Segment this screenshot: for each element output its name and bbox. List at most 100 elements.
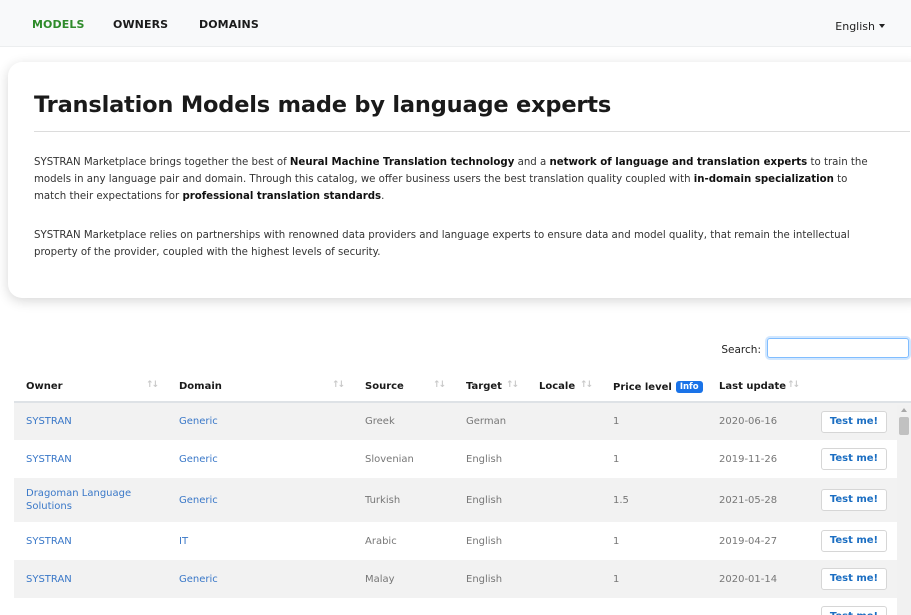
intro-text: and a xyxy=(514,157,550,168)
cell-locale xyxy=(527,560,601,598)
header-owner[interactable]: Owner ↑↓ xyxy=(14,372,167,403)
cell-source: Greek xyxy=(353,402,454,440)
intro-card: Translation Models made by language expe… xyxy=(8,62,911,298)
page-title: Translation Models made by language expe… xyxy=(34,92,612,118)
scroll-up-icon[interactable] xyxy=(901,408,907,412)
table-row: SYSTRAN Generic Malay English 1 2020-01-14 Tes… xyxy=(14,560,911,598)
cell-domain[interactable]: Generic xyxy=(167,560,353,598)
cell-target: English xyxy=(466,535,503,547)
cell-source xyxy=(353,598,454,615)
cell-domain[interactable]: Generic xyxy=(167,440,353,478)
header-target-label: Target xyxy=(466,381,502,392)
cell-owner[interactable]: SYSTRAN xyxy=(14,522,167,560)
cell-domain[interactable] xyxy=(167,598,353,615)
sort-icon: ↑↓ xyxy=(432,380,446,390)
header-domain[interactable]: Domain ↑↓ xyxy=(167,372,353,403)
cell-locale xyxy=(527,522,601,560)
cell-locale xyxy=(527,598,601,615)
header-last-update[interactable]: Last update ↑↓ xyxy=(707,372,809,403)
nav-models[interactable]: MODELS xyxy=(32,18,84,31)
intro-highlight: network of language and translation expe… xyxy=(549,157,808,168)
test-me-button[interactable]: Test me! xyxy=(821,568,887,590)
top-navbar: MODELS OWNERS DOMAINS English xyxy=(0,0,911,47)
intro-text: SYSTRAN Marketplace brings together the … xyxy=(34,157,290,168)
cell-owner[interactable] xyxy=(14,598,167,615)
cell-price: 1 xyxy=(613,535,620,547)
models-table: Owner ↑↓ Domain ↑↓ Source ↑↓ Target ↑↓ Local… xyxy=(14,372,911,615)
test-me-button[interactable]: Test me! xyxy=(821,606,887,615)
test-me-button[interactable]: Test me! xyxy=(821,530,887,552)
cell-locale xyxy=(527,402,601,440)
cell-last-update: 2019-04-27 xyxy=(719,535,778,547)
table-row: SYSTRAN Generic Slovenian English 1 2019-11-2… xyxy=(14,440,911,478)
test-me-button[interactable]: Test me! xyxy=(821,448,887,470)
intro-highlight: in-domain specialization xyxy=(693,174,834,185)
cell-source: Malay xyxy=(353,560,454,598)
scrollbar-thumb[interactable] xyxy=(899,417,909,435)
cell-locale xyxy=(527,440,601,478)
cell-actions: Test me! xyxy=(809,402,911,440)
cell-price xyxy=(601,598,707,615)
language-dropdown[interactable]: English xyxy=(835,20,885,33)
cell-source: Slovenian xyxy=(365,453,414,465)
header-source[interactable]: Source ↑↓ xyxy=(353,372,454,403)
caret-down-icon xyxy=(879,24,885,28)
cell-actions: Test me! xyxy=(809,522,911,560)
cell-price: 1 xyxy=(601,402,707,440)
table-body: SYSTRAN Generic Greek German 1 2020-06-16 Test… xyxy=(14,402,911,615)
cell-price: 1.5 xyxy=(601,478,707,522)
header-price-label: Price level xyxy=(613,381,672,393)
header-last-update-label: Last update xyxy=(719,381,787,392)
cell-target: English xyxy=(466,453,503,465)
sort-icon: ↑↓ xyxy=(505,380,519,390)
header-price-level[interactable]: Price level Info xyxy=(601,372,707,403)
test-me-button[interactable]: Test me! xyxy=(821,489,887,511)
search-row: Search: xyxy=(0,338,911,362)
sort-icon: ↑↓ xyxy=(787,380,800,390)
search-input[interactable] xyxy=(767,338,909,358)
cell-last-update: 2019-11-26 xyxy=(719,453,778,465)
cell-last-update: 2021-05-28 xyxy=(707,478,809,522)
cell-domain[interactable]: IT xyxy=(167,522,353,560)
table-row: Dragoman Language Solutions Generic Turkis… xyxy=(14,478,911,522)
intro-paragraph-2: SYSTRAN Marketplace relies on partnershi… xyxy=(34,230,850,258)
table-row: SYSTRAN IT Arabic English 1 2019-04-27 Test me… xyxy=(14,522,911,560)
cell-owner[interactable]: Dragoman Language Solutions xyxy=(14,478,167,522)
cell-target xyxy=(454,598,527,615)
sort-icon: ↑↓ xyxy=(145,380,159,390)
cell-target: English xyxy=(454,478,527,522)
cell-source: Turkish xyxy=(353,478,454,522)
cell-actions: Test me! xyxy=(809,478,911,522)
header-source-label: Source xyxy=(365,381,404,392)
cell-owner[interactable]: SYSTRAN xyxy=(14,440,167,478)
cell-source: Arabic xyxy=(365,535,397,547)
cell-target: German xyxy=(454,402,527,440)
language-label: English xyxy=(835,20,875,33)
header-actions xyxy=(809,372,911,403)
cell-actions: Test me! xyxy=(809,440,911,478)
cell-price: 1 xyxy=(601,560,707,598)
cell-target: English xyxy=(454,560,527,598)
price-info-badge[interactable]: Info xyxy=(675,380,703,393)
header-target[interactable]: Target ↑↓ xyxy=(454,372,527,403)
cell-domain[interactable]: Generic xyxy=(167,478,353,522)
cell-locale xyxy=(527,478,601,522)
sort-icon: ↑↓ xyxy=(579,380,593,390)
title-divider xyxy=(34,131,910,132)
cell-actions: Test me! xyxy=(809,598,911,615)
intro-text: . xyxy=(381,191,385,202)
nav-owners[interactable]: OWNERS xyxy=(113,18,168,31)
cell-owner[interactable]: SYSTRAN xyxy=(14,402,167,440)
cell-last-update xyxy=(707,598,809,615)
cell-price: 1 xyxy=(613,453,620,465)
header-locale[interactable]: Locale ↑↓ xyxy=(527,372,601,403)
table-scrollbar[interactable] xyxy=(897,405,911,615)
test-me-button[interactable]: Test me! xyxy=(821,410,887,433)
nav-domains[interactable]: DOMAINS xyxy=(199,18,259,31)
intro-highlight: Neural Machine Translation technology xyxy=(289,157,515,168)
cell-domain[interactable]: Generic xyxy=(167,402,353,440)
sort-icon: ↑↓ xyxy=(331,380,345,390)
cell-owner[interactable]: SYSTRAN xyxy=(14,560,167,598)
intro-paragraph-1: SYSTRAN Marketplace brings together the … xyxy=(34,154,882,205)
header-locale-label: Locale xyxy=(539,381,576,392)
